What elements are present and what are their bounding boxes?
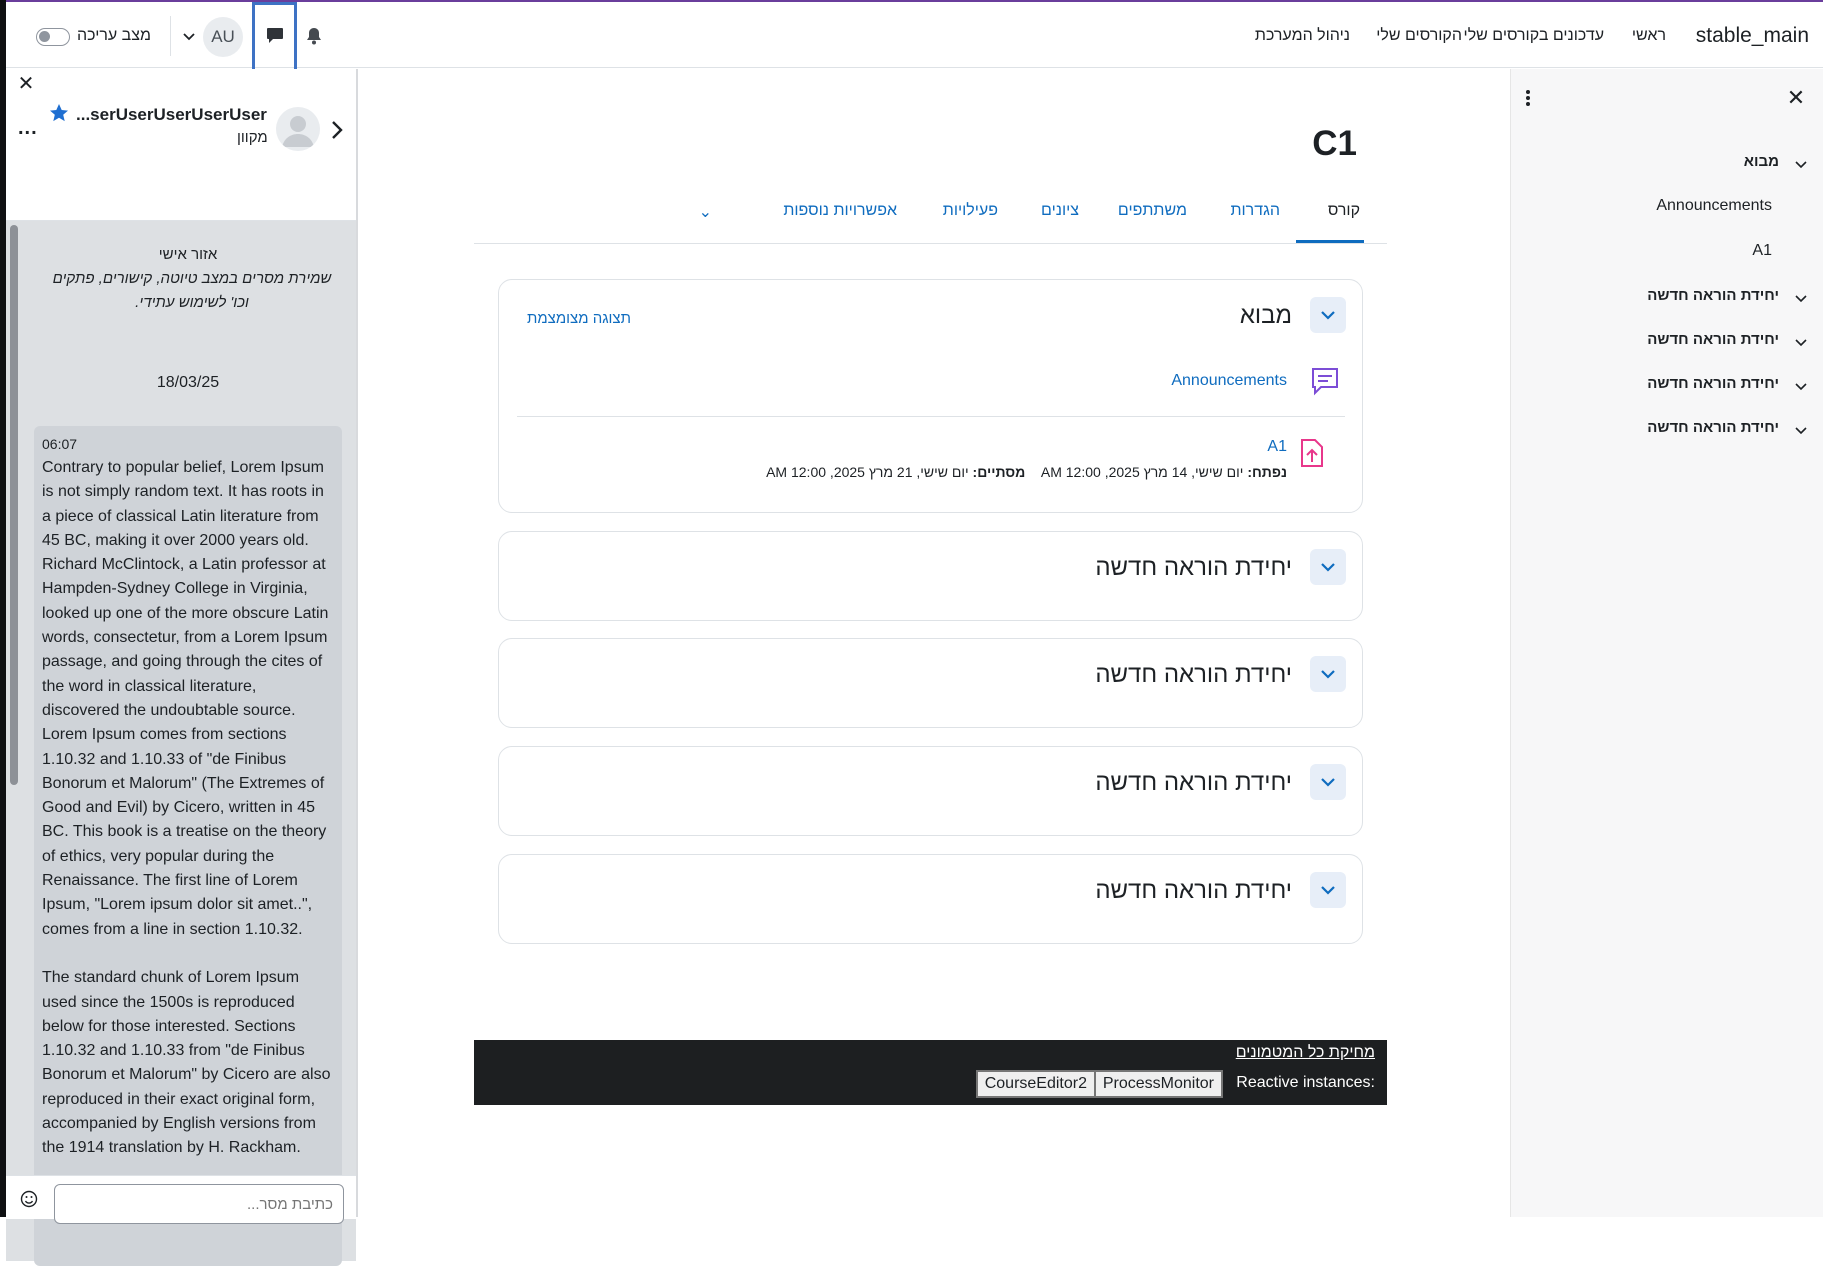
- reactive-instance-button[interactable]: ProcessMonitor: [1093, 1070, 1223, 1098]
- tab-settings[interactable]: הגדרות: [1230, 202, 1280, 220]
- course-section: יחידת הוראה חדשה: [498, 638, 1363, 728]
- page-title: C1: [1312, 124, 1357, 163]
- chat-bubble-icon: [266, 26, 284, 49]
- chevron-right-icon[interactable]: [330, 119, 348, 143]
- section-title[interactable]: יחידת הוראה חדשה: [1095, 877, 1292, 905]
- close-drawer-icon[interactable]: ✕: [16, 71, 36, 95]
- notifications-bell-icon[interactable]: [302, 24, 326, 48]
- opened-date: יום שישי, 14 מרץ 2025, 12:00 AM: [1040, 464, 1244, 480]
- user-avatar[interactable]: AU: [203, 17, 243, 57]
- activity-divider: [517, 416, 1345, 417]
- tab-course[interactable]: קורס: [1328, 202, 1360, 220]
- conversation-actions-menu[interactable]: ...: [18, 117, 38, 140]
- assignment-upload-icon: [1300, 438, 1326, 470]
- drawer-scrollbar[interactable]: [10, 225, 18, 785]
- activity-dates: נפתח: יום שישי, 14 מרץ 2025, 12:00 AM מס…: [766, 464, 1287, 480]
- activity-link-a1[interactable]: A1: [1267, 438, 1287, 456]
- reactive-instance-button[interactable]: CourseEditor2: [975, 1070, 1096, 1098]
- index-activity-a1[interactable]: A1: [1752, 242, 1772, 260]
- section-title[interactable]: יחידת הוראה חדשה: [1095, 769, 1292, 797]
- section-title[interactable]: יחידת הוראה חדשה: [1095, 661, 1292, 689]
- index-section[interactable]: יחידת הוראה חדשה: [1647, 287, 1779, 304]
- index-section[interactable]: יחידת הוראה חדשה: [1647, 331, 1779, 348]
- message-composer: [6, 1175, 356, 1224]
- course-section: יחידת הוראה חדשה: [498, 746, 1363, 836]
- section-collapse-chevron-icon[interactable]: [1310, 549, 1346, 585]
- index-activity-announcements[interactable]: Announcements: [1656, 197, 1772, 215]
- due-label: מסתיים:: [972, 464, 1026, 480]
- course-section-intro: מבוא תצוגה מצומצמת Announcements A1 נפתח…: [498, 279, 1363, 513]
- index-section[interactable]: יחידת הוראה חדשה: [1647, 419, 1779, 436]
- section-collapse-chevron-icon[interactable]: [1310, 297, 1346, 333]
- section-collapse-chevron-icon[interactable]: [1310, 764, 1346, 800]
- collapse-view-link[interactable]: תצוגה מצומצמת: [527, 310, 631, 327]
- section-collapse-chevron-icon[interactable]: [1310, 656, 1346, 692]
- course-section: יחידת הוראה חדשה: [498, 531, 1363, 621]
- message-text: Contrary to popular belief, Lorem Ipsum …: [42, 459, 331, 1157]
- kebab-menu-icon[interactable]: [1525, 89, 1545, 111]
- section-title[interactable]: יחידת הוראה חדשה: [1095, 554, 1292, 582]
- forum-icon: [1310, 366, 1342, 398]
- emoji-icon[interactable]: [20, 1190, 40, 1210]
- section-collapse-chevron-icon[interactable]: [1310, 872, 1346, 908]
- opened-label: נפתח:: [1247, 464, 1287, 480]
- nav-link-site-admin[interactable]: ניהול המערכת: [1255, 27, 1350, 45]
- top-navbar: stable_main ראשי עדכונים בקורסים שלי הקו…: [6, 2, 1823, 72]
- conversation-header: ... ...serUserUserUserUser מקוון: [6, 95, 356, 221]
- nav-link-course-updates[interactable]: עדכונים בקורסים שלי: [1464, 27, 1604, 45]
- star-icon: [49, 103, 71, 125]
- debug-footer: מחיקת כל המטמונים Reactive instances: Pr…: [474, 1040, 1387, 1105]
- course-index-drawer: ✕ מבוא Announcements A1 יחידת הוראה חדשה…: [1510, 69, 1823, 1217]
- index-chevron-down-icon[interactable]: [1795, 156, 1809, 170]
- message-date: 18/03/25: [156, 374, 220, 391]
- course-tabs: קורס הגדרות משתתפים ציונים פעילויות ⌄ אפ…: [474, 190, 1387, 244]
- site-name[interactable]: stable_main: [1696, 24, 1809, 48]
- index-chevron-down-icon[interactable]: [1795, 290, 1809, 304]
- active-tab-indicator: [1296, 240, 1364, 243]
- message-bubble: 06:07 Contrary to popular belief, Lorem …: [34, 426, 342, 1266]
- reactive-instances-label: Reactive instances:: [1236, 1074, 1375, 1091]
- user-menu-chevron-down-icon[interactable]: [182, 30, 196, 44]
- section-title[interactable]: מבוא: [1240, 302, 1292, 330]
- index-section[interactable]: יחידת הוראה חדשה: [1647, 375, 1779, 392]
- index-chevron-down-icon[interactable]: [1795, 378, 1809, 392]
- private-space-title: אזור אישי: [158, 246, 218, 263]
- tab-participants[interactable]: משתתפים: [1118, 202, 1187, 220]
- conversation-body: אזור אישי שמירת מסרים במצב טיוטה, קישורי…: [6, 221, 356, 1266]
- course-section: יחידת הוראה חדשה: [498, 854, 1363, 944]
- tab-more-options-chevron-icon[interactable]: ⌄: [699, 202, 712, 222]
- index-chevron-down-icon[interactable]: [1795, 334, 1809, 348]
- purge-caches-link[interactable]: מחיקת כל המטמונים: [1236, 1044, 1375, 1062]
- edit-mode-toggle[interactable]: [36, 28, 70, 46]
- message-time: 06:07: [42, 436, 78, 452]
- tab-more-options[interactable]: אפשרויות נוספות: [783, 202, 897, 220]
- navbar-divider: [170, 16, 171, 56]
- messages-toggle-button[interactable]: [252, 2, 297, 72]
- tab-grades[interactable]: ציונים: [1041, 202, 1079, 220]
- due-date: יום שישי, 21 מרץ 2025, 12:00 AM: [766, 464, 969, 480]
- nav-link-my-courses[interactable]: הקורסים שלי: [1376, 27, 1462, 45]
- toggle-knob: [39, 31, 50, 42]
- activity-link-announcements[interactable]: Announcements: [1171, 372, 1287, 390]
- index-section-intro[interactable]: מבוא: [1744, 153, 1779, 170]
- contact-name[interactable]: ...serUserUserUserUser: [76, 105, 267, 125]
- close-index-icon[interactable]: ✕: [1785, 85, 1807, 110]
- contact-avatar[interactable]: [276, 107, 320, 151]
- message-input[interactable]: [54, 1184, 344, 1224]
- contact-status: מקוון: [237, 129, 268, 146]
- tab-activities[interactable]: פעילויות: [943, 202, 998, 220]
- message-drawer: ✕ ... ...serUserUserUserUser מקוון אזור …: [6, 69, 358, 1266]
- nav-link-home[interactable]: ראשי: [1632, 27, 1666, 45]
- index-chevron-down-icon[interactable]: [1795, 422, 1809, 436]
- private-space-description: שמירת מסרים במצב טיוטה, קישורים, פתקים ו…: [52, 270, 332, 311]
- edit-mode-label: מצב עריכה: [77, 27, 151, 44]
